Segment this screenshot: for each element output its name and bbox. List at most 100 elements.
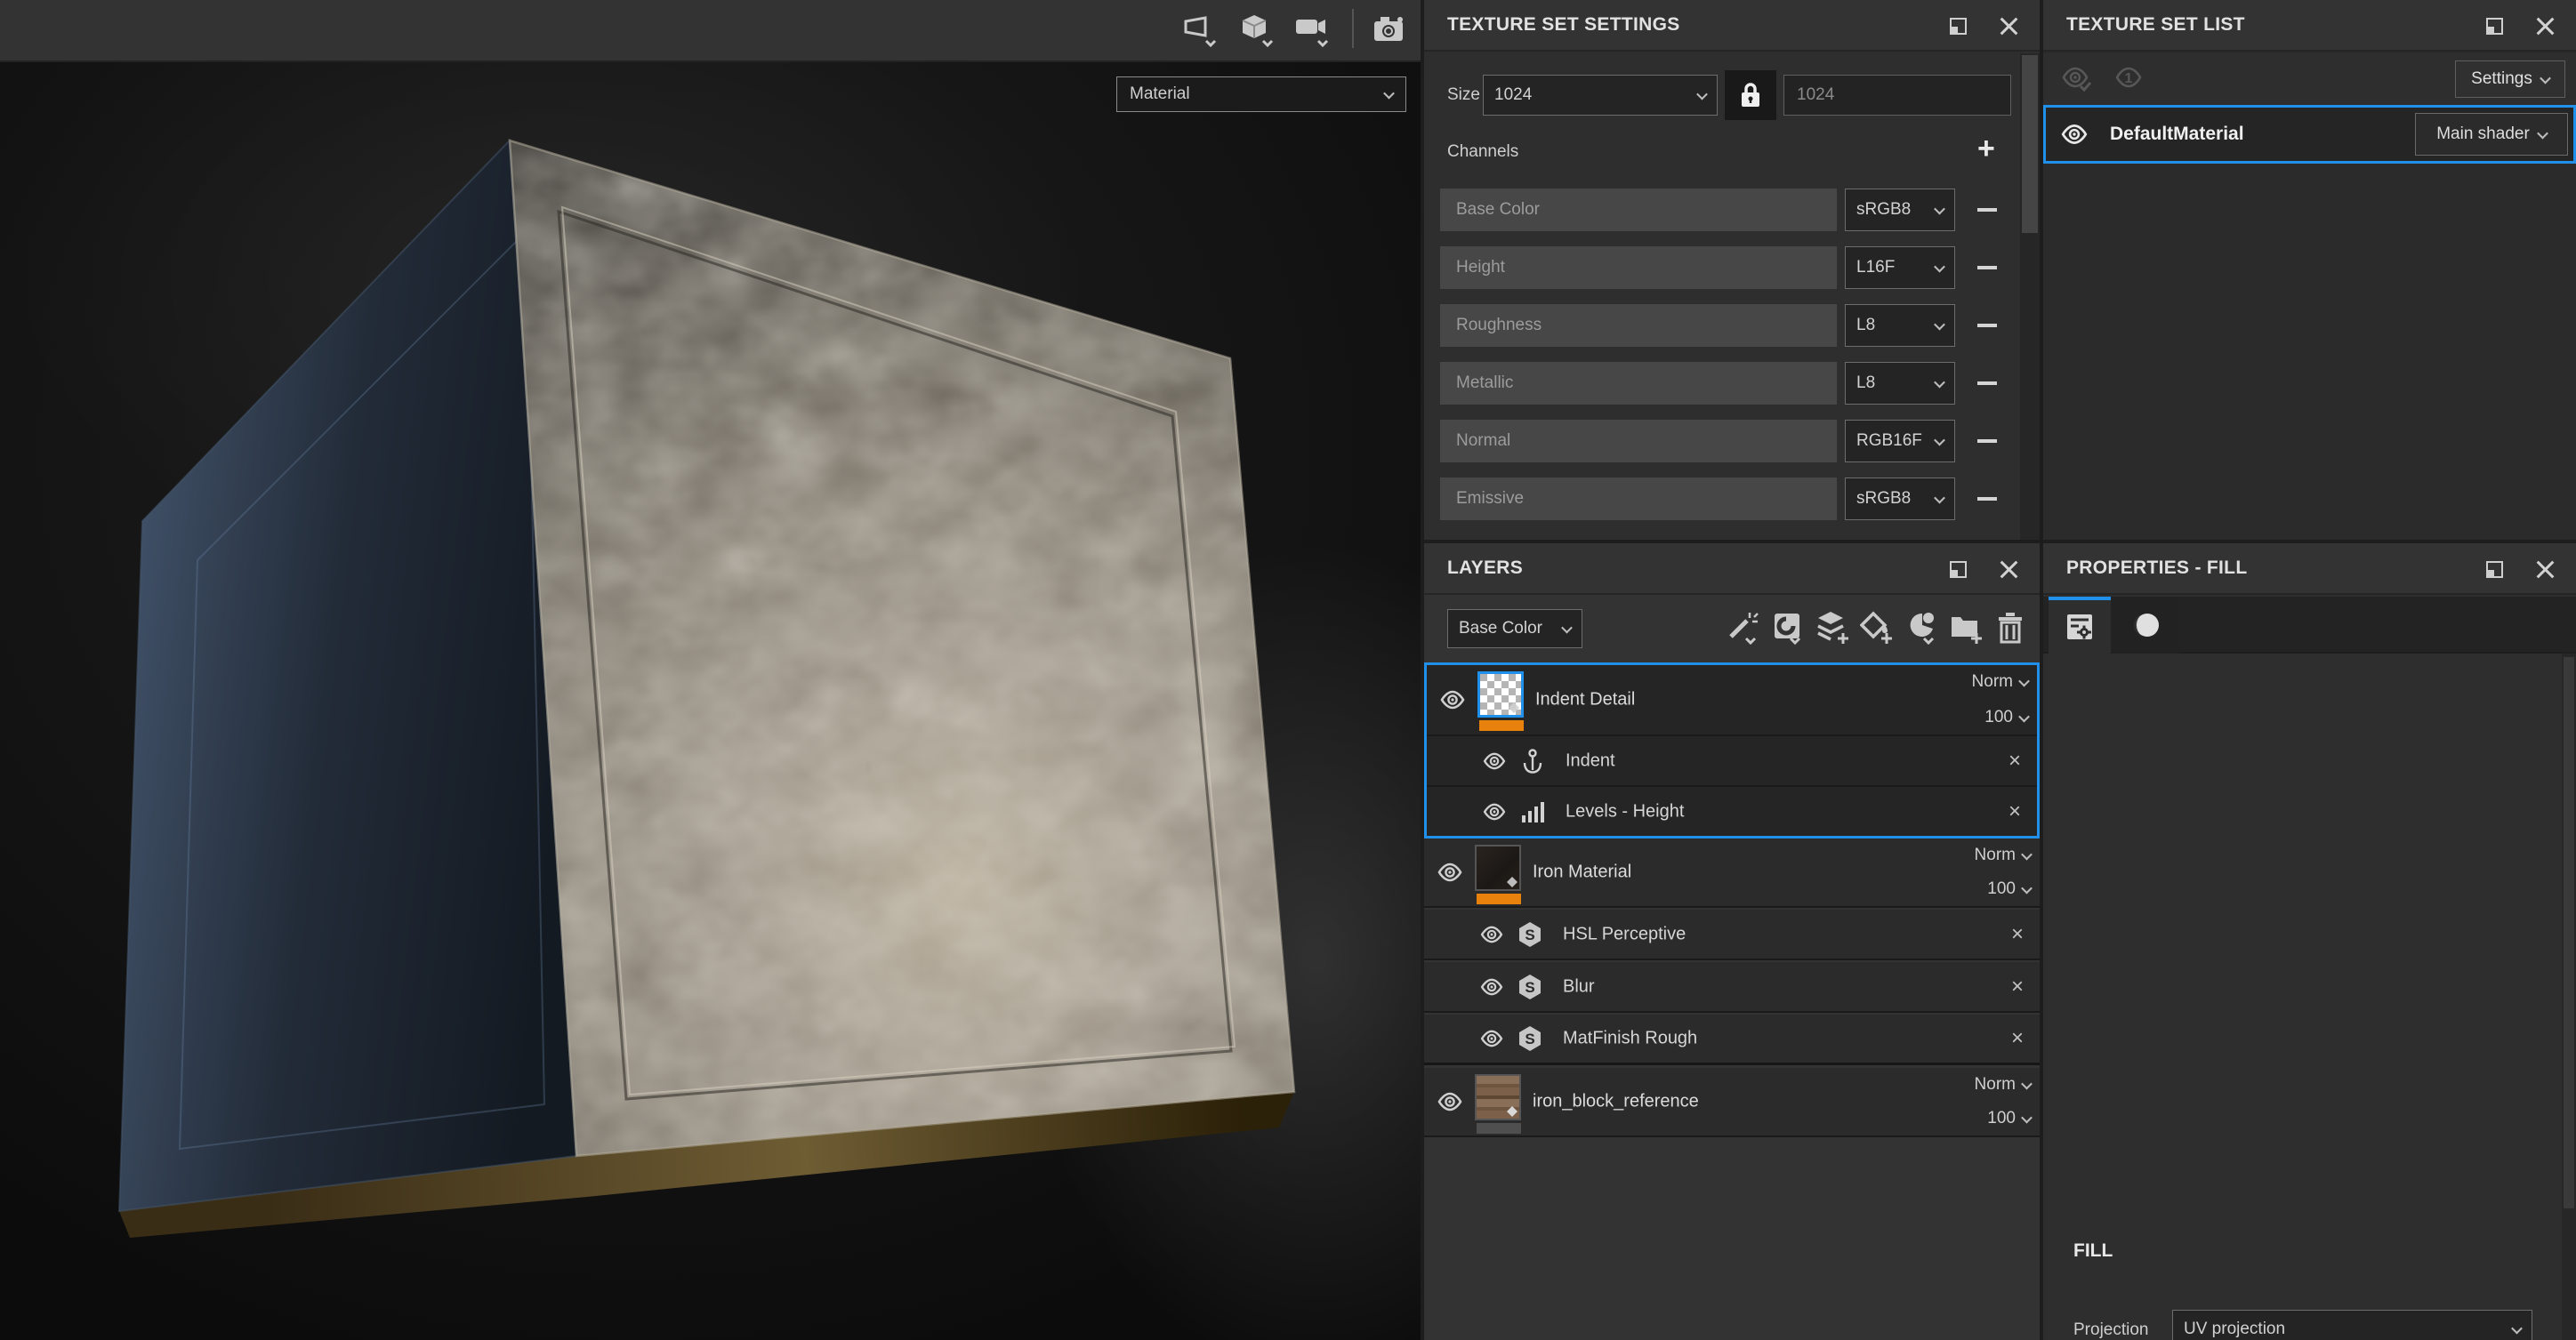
- remove-channel-icon[interactable]: [1977, 381, 1997, 385]
- undock-panel-icon[interactable]: [2486, 561, 2503, 578]
- layer-effect-row[interactable]: S MatFinish Rough ×: [1424, 1015, 2040, 1065]
- channel-format-select[interactable]: L8: [1845, 304, 1955, 347]
- add-layer-icon[interactable]: [1815, 610, 1849, 646]
- channel-format-select[interactable]: L16F: [1845, 246, 1955, 289]
- effect-name[interactable]: Levels - Height: [1566, 801, 1684, 822]
- channel-format-select[interactable]: sRGB8: [1845, 189, 1955, 231]
- solo-eye-icon[interactable]: 1: [2111, 65, 2146, 93]
- scrollbar[interactable]: [2562, 654, 2576, 1340]
- remove-effect-icon[interactable]: ×: [2011, 975, 2024, 999]
- channel-name-field[interactable]: Metallic: [1440, 362, 1837, 405]
- layer-effect-row[interactable]: S HSL Perceptive ×: [1424, 910, 2040, 960]
- show-all-eye-check-icon[interactable]: [2059, 65, 2095, 93]
- visibility-eye-icon[interactable]: [1437, 863, 1463, 882]
- channel-format-select[interactable]: sRGB8: [1845, 477, 1955, 520]
- size-select[interactable]: 1024: [1483, 75, 1718, 116]
- layer-effect-row[interactable]: Indent ×: [1427, 734, 2037, 785]
- perspective-view-icon[interactable]: [1178, 11, 1217, 50]
- viewport-display-mode-select[interactable]: Material: [1116, 76, 1406, 112]
- scrollbar-thumb[interactable]: [2022, 55, 2038, 233]
- effect-name[interactable]: MatFinish Rough: [1563, 1029, 1697, 1049]
- remove-effect-icon[interactable]: ×: [2011, 922, 2024, 947]
- channel-opacity-bar: [1477, 1123, 1521, 1134]
- undock-panel-icon[interactable]: [1950, 18, 1967, 35]
- add-smart-material-icon[interactable]: [1771, 610, 1805, 646]
- visibility-eye-icon[interactable]: [1479, 926, 1504, 943]
- scrollbar-thumb[interactable]: [2564, 657, 2574, 1208]
- layer-thumbnail[interactable]: [1475, 845, 1521, 891]
- visibility-eye-icon[interactable]: [1482, 752, 1507, 770]
- layer-name[interactable]: iron_block_reference: [1533, 1092, 1699, 1112]
- channel-name-field[interactable]: Roughness: [1440, 304, 1837, 347]
- layer-name[interactable]: Iron Material: [1533, 863, 1631, 883]
- solo-mesh-cube-icon[interactable]: [1236, 11, 1276, 50]
- size-height-input[interactable]: 1024: [1783, 75, 2011, 116]
- panel-title: TEXTURE SET SETTINGS: [1447, 14, 1680, 36]
- layer-row[interactable]: Iron Material Norm 100: [1424, 839, 2040, 908]
- remove-channel-icon[interactable]: [1977, 497, 1997, 501]
- channel-format-select[interactable]: L8: [1845, 362, 1955, 405]
- add-fill-layer-icon[interactable]: [1860, 610, 1894, 646]
- channel-name-field[interactable]: Height: [1440, 246, 1837, 289]
- visibility-eye-icon[interactable]: [2060, 124, 2089, 145]
- remove-channel-icon[interactable]: [1977, 324, 1997, 327]
- add-channel-icon[interactable]: +: [1977, 133, 1995, 164]
- texture-set-row-selected[interactable]: DefaultMaterial Main shader: [2043, 105, 2576, 164]
- remove-effect-icon[interactable]: ×: [2008, 749, 2021, 774]
- opacity-select[interactable]: 100: [1984, 708, 2028, 727]
- close-panel-icon[interactable]: [2535, 16, 2555, 36]
- blend-mode-select[interactable]: Norm: [1972, 672, 2028, 692]
- add-effect-icon[interactable]: [1727, 610, 1760, 646]
- remove-effect-icon[interactable]: ×: [2008, 799, 2021, 824]
- snapshot-camera-icon[interactable]: [1370, 11, 1409, 50]
- effect-name[interactable]: Indent: [1566, 750, 1615, 771]
- visibility-eye-icon[interactable]: [1439, 690, 1466, 710]
- opacity-select[interactable]: 100: [1987, 879, 2031, 899]
- opacity-select[interactable]: 100: [1987, 1109, 2031, 1128]
- effect-name[interactable]: HSL Perceptive: [1563, 924, 1686, 944]
- delete-layer-icon[interactable]: [1993, 610, 2027, 646]
- visibility-eye-icon[interactable]: [1479, 1030, 1504, 1047]
- tab-parameters[interactable]: [2049, 597, 2111, 654]
- shader-select[interactable]: Main shader: [2415, 113, 2568, 156]
- add-mask-icon[interactable]: [1904, 610, 1938, 646]
- channel-name-field[interactable]: Emissive: [1440, 477, 1837, 520]
- blend-mode-select[interactable]: Norm: [1975, 1075, 2031, 1095]
- layer-effect-row[interactable]: S Blur ×: [1424, 962, 2040, 1013]
- tab-material-preview[interactable]: [2113, 597, 2178, 654]
- layer-row[interactable]: Indent Detail Norm 100: [1427, 665, 2037, 734]
- viewport-3d-canvas[interactable]: Material: [0, 62, 1421, 1340]
- channel-name-field[interactable]: Normal: [1440, 420, 1837, 462]
- layers-toolbar: Base Color: [1424, 597, 2040, 662]
- layer-thumbnail[interactable]: [1477, 671, 1524, 718]
- texture-set-settings-button[interactable]: Settings: [2455, 60, 2565, 98]
- chevron-down-icon: [1934, 203, 1945, 214]
- close-panel-icon[interactable]: [1999, 559, 2018, 579]
- remove-channel-icon[interactable]: [1977, 439, 1997, 443]
- visibility-eye-icon[interactable]: [1479, 978, 1504, 996]
- projection-select[interactable]: UV projection: [2172, 1310, 2532, 1340]
- remove-channel-icon[interactable]: [1977, 208, 1997, 212]
- remove-effect-icon[interactable]: ×: [2011, 1026, 2024, 1051]
- camera-view-icon[interactable]: [1292, 11, 1331, 50]
- undock-panel-icon[interactable]: [1950, 561, 1967, 578]
- effect-name[interactable]: Blur: [1563, 976, 1595, 997]
- blend-mode-select[interactable]: Norm: [1975, 846, 2031, 865]
- layer-thumbnail[interactable]: [1475, 1074, 1521, 1120]
- layer-effect-row[interactable]: Levels - Height ×: [1427, 785, 2037, 836]
- layer-name[interactable]: Indent Detail: [1535, 690, 1635, 710]
- chevron-down-icon: [2540, 72, 2551, 84]
- remove-channel-icon[interactable]: [1977, 266, 1997, 269]
- channel-name-field[interactable]: Base Color: [1440, 189, 1837, 231]
- scrollbar[interactable]: [2020, 53, 2040, 540]
- close-panel-icon[interactable]: [2535, 559, 2555, 579]
- close-panel-icon[interactable]: [1999, 16, 2018, 36]
- layer-row[interactable]: iron_block_reference Norm 100: [1424, 1068, 2040, 1137]
- channel-format-select[interactable]: RGB16F: [1845, 420, 1955, 462]
- size-lock-button[interactable]: [1725, 70, 1776, 120]
- visibility-eye-icon[interactable]: [1437, 1092, 1463, 1111]
- visibility-eye-icon[interactable]: [1482, 803, 1507, 821]
- add-group-icon[interactable]: [1949, 610, 1983, 646]
- undock-panel-icon[interactable]: [2486, 18, 2503, 35]
- layers-channel-filter-select[interactable]: Base Color: [1447, 609, 1582, 648]
